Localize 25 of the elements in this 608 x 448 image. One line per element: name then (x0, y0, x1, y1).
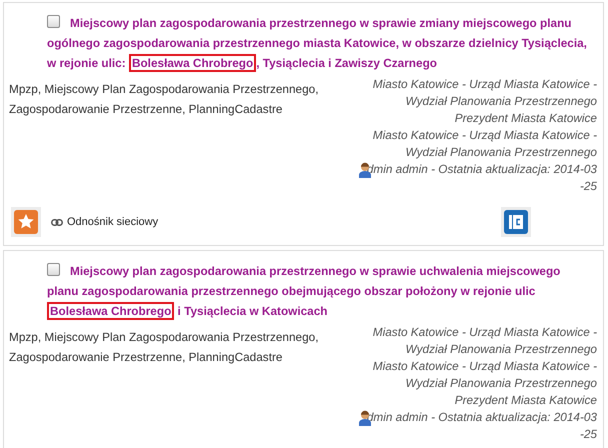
checkbox[interactable] (47, 263, 60, 276)
keywords-text: Mpzp, Miejscowy Plan Zagospodarowania Przestrzennego, Zagospodarowanie Przestrzenne, PlanningCadastre (9, 329, 320, 366)
link-icon (51, 218, 63, 226)
author-text: Miasto Katowice - Urząd Miasta Katowice - (372, 76, 597, 93)
document-button[interactable] (501, 207, 531, 237)
favorite-button[interactable] (11, 207, 41, 237)
update-text: -25 (580, 426, 597, 443)
author-text: Wydział Planowania Przestrzennego (406, 341, 597, 358)
document-icon (504, 210, 528, 234)
author-text: Wydział Planowania Przestrzennego (406, 93, 597, 110)
result-title[interactable]: Miejscowy plan zagospodarowania przestrzennego w sprawie uchwalenia miejscowego planu zagospodarowania przestrzennego obejmującego obszar położony w rejonie ulic Bolesława Chrobrego i Tysiąclecia w Katowicach (47, 261, 593, 321)
author-text: Miasto Katowice - Urząd Miasta Katowice - (372, 127, 597, 144)
author-text: Prezydent Miasta Katowice (454, 110, 597, 127)
web-link[interactable]: Odnośnik sieciowy (67, 216, 158, 228)
author-text: Wydział Planowania Przestrzennego (406, 375, 597, 392)
update-text: dmin admin - Ostatnia aktualizacja: 2014-03 (366, 161, 597, 178)
result-title[interactable]: Miejscowy plan zagospodarowania przestrzennego w sprawie zmiany miejscowego planu ogólnego zagospodarowania przestrzennego miasta Katowice, w obszarze dzielnicy Tysiąclecia, w rejonie ulic: Bolesława Chrobrego , Tysiąclecia i Zawiszy Czarnego (47, 13, 593, 73)
author-text: Miasto Katowice - Urząd Miasta Katowice - (372, 324, 597, 341)
keywords-text: Mpzp, Miejscowy Plan Zagospodarowania Przestrzennego, Zagospodarowanie Przestrzenne, PlanningCadastre (9, 81, 320, 118)
update-text: dmin admin - Ostatnia aktualizacja: 2014-03 (366, 409, 597, 426)
update-text: -25 (580, 178, 597, 195)
author-text: Miasto Katowice - Urząd Miasta Katowice - (372, 358, 597, 375)
author-text: Prezydent Miasta Katowice (454, 392, 597, 409)
author-text: Wydział Planowania Przestrzennego (406, 144, 597, 161)
checkbox[interactable] (47, 15, 60, 28)
